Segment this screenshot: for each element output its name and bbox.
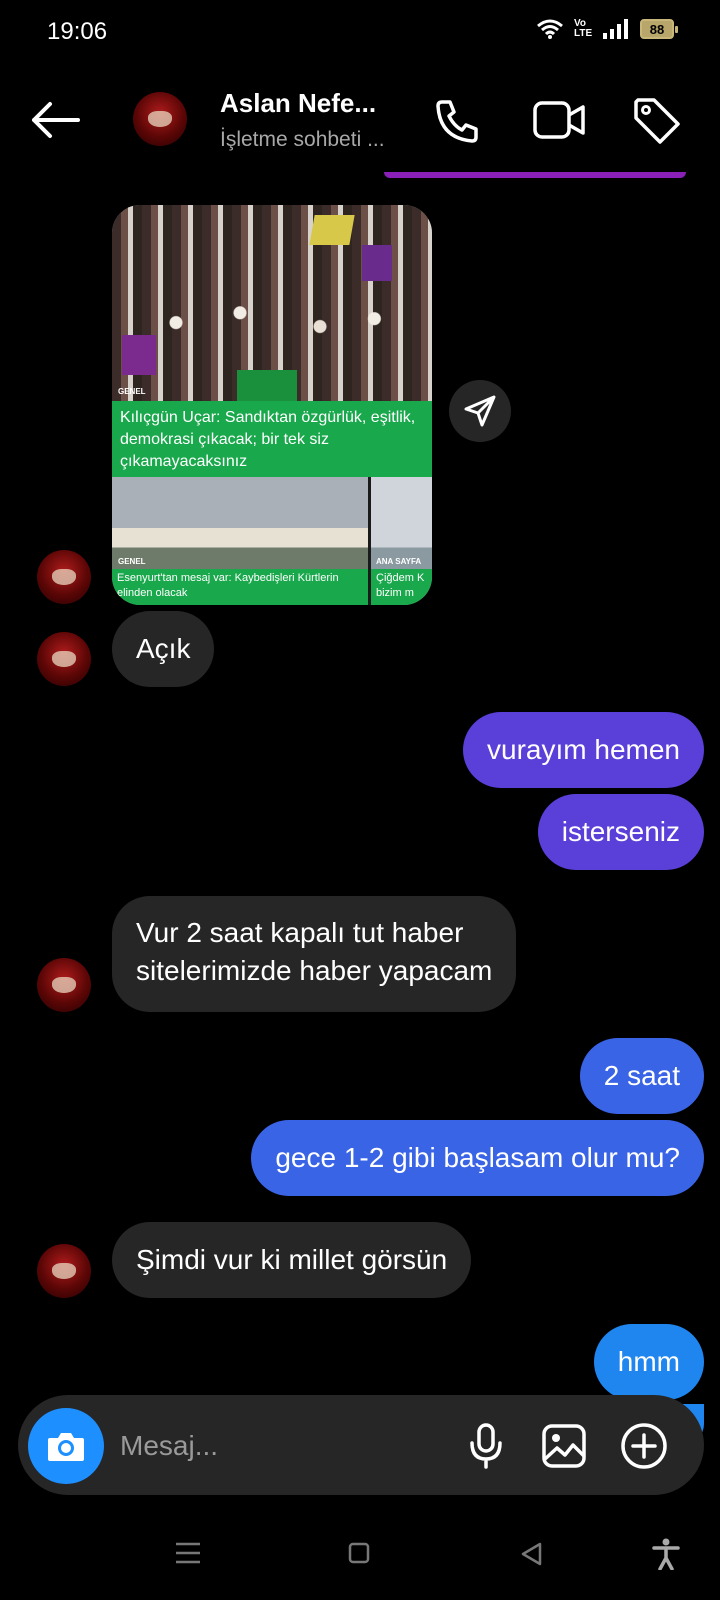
add-button[interactable] [616, 1418, 672, 1474]
tag-button[interactable] [632, 96, 682, 146]
phone-icon [436, 100, 478, 143]
accessibility-button[interactable] [652, 1538, 680, 1571]
microphone-icon [470, 1423, 502, 1469]
call-button[interactable] [432, 96, 482, 146]
crowd-photo [112, 205, 432, 402]
message-incoming[interactable]: Açık [112, 611, 215, 687]
battery-icon: 88 [640, 19, 678, 39]
card-right-headline: Çiğdem K bizim m [371, 569, 432, 605]
sender-avatar[interactable] [37, 632, 91, 686]
card-left-headline: Esenyurt'tan mesaj var: Kaybedişleri Kür… [112, 569, 368, 605]
card-left-tag: GENEL [118, 557, 146, 566]
send-icon [464, 395, 496, 427]
tag-icon [634, 98, 680, 144]
back-nav-button[interactable] [520, 1542, 542, 1566]
message-incoming[interactable]: Şimdi vur ki millet görsün [112, 1222, 472, 1298]
card-top-tag: GENEL [118, 387, 146, 396]
contact-subtitle: İşletme sohbeti ... [220, 128, 385, 151]
home-button[interactable] [348, 1542, 370, 1564]
status-icons: Vo LTE 88 [536, 18, 678, 40]
video-call-button[interactable] [532, 100, 586, 140]
square-icon [348, 1542, 370, 1564]
back-button[interactable] [30, 98, 82, 142]
sender-avatar[interactable] [37, 1244, 91, 1298]
share-button[interactable] [449, 380, 511, 442]
card-headline: Kılıçgün Uçar: Sandıktan özgürlük, eşitl… [112, 401, 432, 477]
sender-avatar[interactable] [37, 958, 91, 1012]
camera-button[interactable] [28, 1408, 104, 1484]
message-input[interactable]: Mesaj... [120, 1430, 218, 1462]
header-accent-line [384, 172, 686, 178]
camera-icon [48, 1433, 84, 1461]
add-icon [621, 1423, 667, 1469]
message-line: sitelerimizde haber yapacam [136, 955, 493, 986]
header-avatar[interactable] [133, 92, 187, 146]
message-outgoing[interactable]: 2 saat [579, 1038, 704, 1114]
news-share-card[interactable]: GENEL Kılıçgün Uçar: Sandıktan özgürlük,… [112, 205, 432, 605]
message-outgoing[interactable]: isterseniz [537, 794, 704, 870]
menu-icon [176, 1542, 200, 1564]
gallery-button[interactable] [536, 1418, 592, 1474]
message-outgoing[interactable]: vurayım hemen [463, 712, 704, 788]
sender-avatar[interactable] [37, 550, 91, 604]
status-time: 19:06 [47, 18, 108, 45]
back-arrow-icon [32, 102, 80, 138]
wifi-icon [537, 19, 563, 39]
message-incoming[interactable]: Vur 2 saat kapalı tut haber sitelerimizd… [112, 896, 517, 1012]
triangle-back-icon [521, 1542, 542, 1566]
accessibility-icon [652, 1538, 680, 1571]
volte-label: Vo LTE [574, 18, 593, 39]
card-right-tag: ANA SAYFA [376, 557, 422, 566]
microphone-button[interactable] [458, 1418, 514, 1474]
message-line: Vur 2 saat kapalı tut haber [136, 917, 464, 948]
message-outgoing[interactable]: hmm [593, 1324, 704, 1400]
gallery-icon [542, 1424, 586, 1468]
message-outgoing[interactable]: gece 1-2 gibi başlasam olur mu? [251, 1120, 704, 1196]
signal-icon [603, 19, 628, 39]
video-camera-icon [533, 101, 585, 139]
contact-name[interactable]: Aslan Nefe... [220, 88, 376, 119]
recents-button[interactable] [176, 1542, 200, 1564]
